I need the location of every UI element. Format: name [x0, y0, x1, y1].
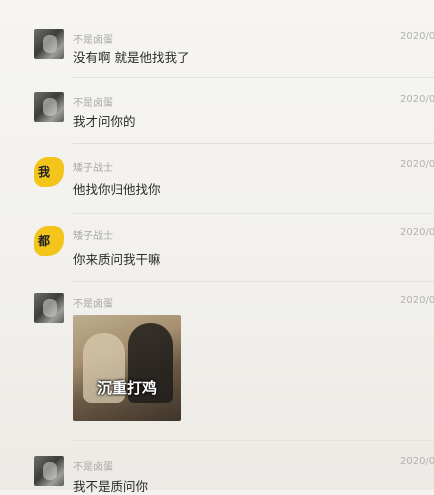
message-time: 2020/0 [400, 159, 434, 170]
avatar-text: 都 [38, 234, 51, 248]
message-text: 我才问你的 [73, 114, 136, 129]
divider [73, 281, 434, 282]
message-time: 2020/0 [400, 31, 434, 42]
divider [73, 143, 434, 144]
divider [73, 213, 434, 214]
message-text: 我不是质问你 [73, 479, 149, 494]
chat-history-page: 不是卤蛋 2020/0 没有啊 就是他找我了 不是卤蛋 2020/0 我才问你的… [0, 0, 434, 494]
message-text: 没有啊 就是他找我了 [73, 50, 190, 65]
avatar[interactable] [34, 29, 64, 59]
message-time: 2020/0 [400, 456, 434, 467]
avatar[interactable]: 我 [34, 157, 64, 187]
divider [73, 440, 434, 441]
message-time: 2020/0 [400, 227, 434, 238]
message-text: 你来质问我干嘛 [73, 252, 161, 267]
sender-name: 不是卤蛋 [73, 299, 113, 310]
sticker-image[interactable]: 沉重打鸡 [73, 315, 181, 421]
avatar[interactable]: 都 [34, 226, 64, 256]
message-time: 2020/0 [400, 295, 434, 306]
sender-name: 不是卤蛋 [73, 35, 113, 46]
avatar[interactable] [34, 92, 64, 122]
sender-name: 不是卤蛋 [73, 462, 113, 473]
message-time: 2020/0 [400, 94, 434, 105]
divider [73, 77, 434, 78]
avatar-text: 我 [38, 165, 51, 179]
avatar[interactable] [34, 293, 64, 323]
sender-name: 不是卤蛋 [73, 98, 113, 109]
message-text: 他找你归他找你 [73, 182, 161, 197]
sender-name: 矮子战士 [73, 231, 113, 242]
avatar[interactable] [34, 456, 64, 486]
sticker-caption: 沉重打鸡 [96, 379, 157, 397]
sender-name: 矮子战士 [73, 163, 113, 174]
